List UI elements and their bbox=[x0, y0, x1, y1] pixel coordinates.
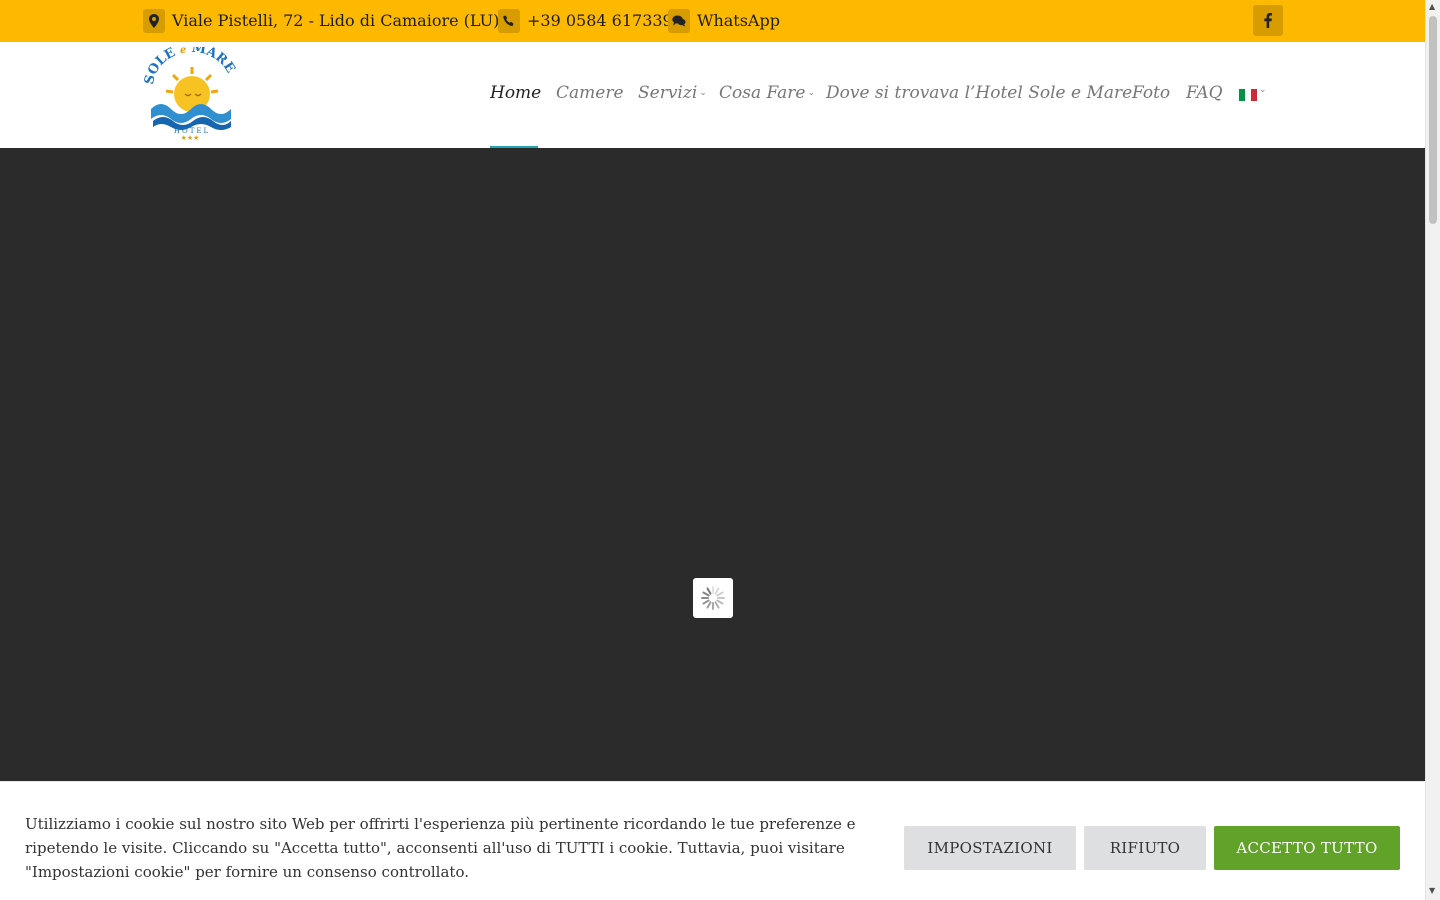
language-selector[interactable] bbox=[1239, 89, 1257, 101]
spinner-spoke bbox=[706, 587, 712, 595]
nav-cosa-fare-label: Cosa Fare bbox=[719, 83, 806, 103]
nav-cosa-fare[interactable]: Cosa Fare ⌄ bbox=[719, 83, 815, 103]
map-marker-icon bbox=[143, 8, 165, 33]
header: SOLE e MARE HOTEL ★★★ Home Camere Serviz… bbox=[0, 41, 1425, 148]
nav-home[interactable]: Home bbox=[490, 83, 541, 103]
cookie-settings-button[interactable]: IMPOSTAZIONI bbox=[904, 826, 1076, 870]
page-scrollbar[interactable]: ▲ ▼ bbox=[1425, 0, 1440, 900]
spinner-spoke bbox=[706, 601, 712, 609]
logo-stars: ★★★ bbox=[181, 134, 200, 142]
spinner-spoke bbox=[714, 601, 720, 609]
whatsapp-text: WhatsApp bbox=[697, 11, 780, 30]
facebook-icon bbox=[1264, 13, 1272, 28]
chevron-down-icon: ⌄ bbox=[699, 88, 707, 98]
address-item: Viale Pistelli, 72 - Lido di Camaiore (L… bbox=[143, 8, 499, 33]
chevron-down-icon: ⌄ bbox=[807, 88, 816, 98]
spinner-spoke bbox=[716, 591, 724, 597]
cookie-accept-button[interactable]: ACCETTO TUTTO bbox=[1214, 826, 1400, 870]
address-text: Viale Pistelli, 72 - Lido di Camaiore (L… bbox=[172, 11, 500, 30]
scroll-down-arrow-icon[interactable]: ▼ bbox=[1429, 886, 1435, 895]
nav-camere[interactable]: Camere bbox=[556, 83, 624, 103]
spinner-spoke bbox=[702, 591, 710, 597]
cookie-text: Utilizziamo i cookie sul nostro sito Web… bbox=[25, 815, 856, 881]
spinner-spoke bbox=[714, 587, 720, 595]
scrollbar-thumb[interactable] bbox=[1429, 16, 1437, 224]
nav-servizi[interactable]: Servizi ⌄ bbox=[638, 83, 707, 103]
nav-dove[interactable]: Dove si trovava l’Hotel Sole e Mare bbox=[826, 83, 1132, 103]
nav-faq[interactable]: FAQ bbox=[1186, 83, 1223, 103]
scroll-up-arrow-icon[interactable]: ▲ bbox=[1429, 2, 1435, 11]
cookie-consent-bar: Utilizziamo i cookie sul nostro sito Web… bbox=[0, 781, 1425, 900]
whatsapp-link[interactable]: WhatsApp bbox=[668, 8, 780, 33]
spinner-spoke bbox=[702, 599, 710, 605]
flag-red bbox=[1251, 89, 1257, 101]
chat-icon bbox=[668, 8, 690, 33]
phone-icon bbox=[498, 8, 520, 33]
chevron-down-icon: ⌄ bbox=[1259, 85, 1267, 95]
spinner-icon bbox=[693, 578, 733, 618]
hotel-logo[interactable]: SOLE e MARE HOTEL ★★★ bbox=[142, 41, 239, 142]
cookie-reject-button[interactable]: RIFIUTO bbox=[1084, 826, 1206, 870]
top-bar: Viale Pistelli, 72 - Lido di Camaiore (L… bbox=[0, 0, 1425, 42]
spinner-spoke bbox=[716, 599, 724, 605]
nav-foto[interactable]: Foto bbox=[1132, 83, 1170, 103]
facebook-button[interactable] bbox=[1253, 5, 1283, 36]
nav-servizi-label: Servizi bbox=[638, 83, 698, 103]
phone-text: +39 0584 617339 bbox=[527, 11, 673, 30]
phone-link[interactable]: +39 0584 617339 bbox=[498, 8, 673, 33]
